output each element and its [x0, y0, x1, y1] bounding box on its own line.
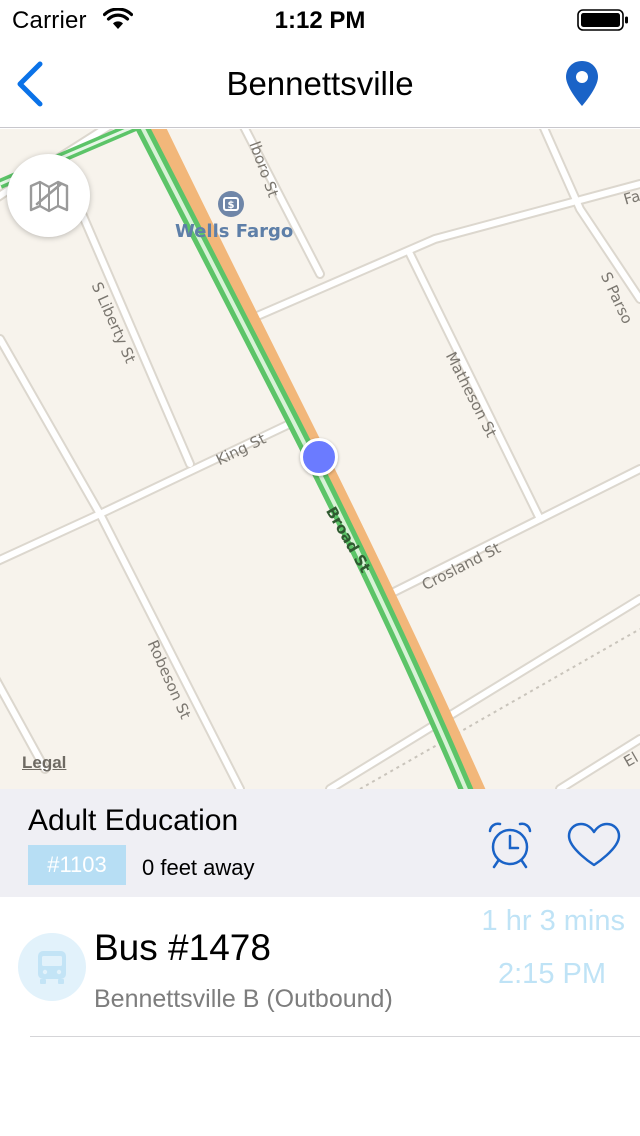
alarm-button[interactable]	[484, 819, 536, 871]
stop-name: Adult Education	[28, 804, 239, 837]
poi-label[interactable]: Wells Fargo	[175, 221, 293, 242]
bus-route: Bennettsville B (Outbound)	[94, 985, 393, 1013]
location-button[interactable]	[560, 58, 604, 110]
legal-link[interactable]: Legal	[22, 753, 66, 773]
arrival-row[interactable]: Bus #1478 Bennettsville B (Outbound) 1 h…	[0, 897, 640, 1037]
stop-distance: 0 feet away	[142, 855, 255, 880]
battery-icon	[577, 9, 628, 31]
status-bar: Carrier 1:12 PM	[0, 0, 640, 40]
location-pin-icon	[566, 61, 598, 106]
svg-text:$: $	[228, 200, 235, 211]
map-view[interactable]: $ Wells Fargo S Liberty St King St Robes…	[0, 129, 640, 789]
row-divider	[30, 1036, 640, 1037]
heart-icon	[567, 822, 621, 867]
bus-avatar	[18, 933, 86, 1001]
status-time: 1:12 PM	[274, 7, 366, 34]
alarm-clock-icon	[488, 822, 532, 869]
page-title: Bennettsville	[226, 65, 414, 102]
map-style-button[interactable]	[7, 154, 90, 237]
bank-icon: $	[218, 191, 244, 217]
stop-header: Adult Education #1103 0 feet away	[0, 789, 640, 897]
stop-id-badge: #1103	[28, 845, 126, 885]
current-location-marker	[300, 438, 338, 476]
bus-title: Bus #1478	[94, 927, 271, 968]
eta-relative: 1 hr 3 mins	[481, 905, 625, 937]
favorite-button[interactable]	[565, 821, 623, 869]
bus-icon	[38, 951, 66, 984]
navigation-bar: Bennettsville	[0, 40, 640, 128]
map-icon	[29, 180, 69, 213]
eta-time: 2:15 PM	[498, 958, 606, 990]
